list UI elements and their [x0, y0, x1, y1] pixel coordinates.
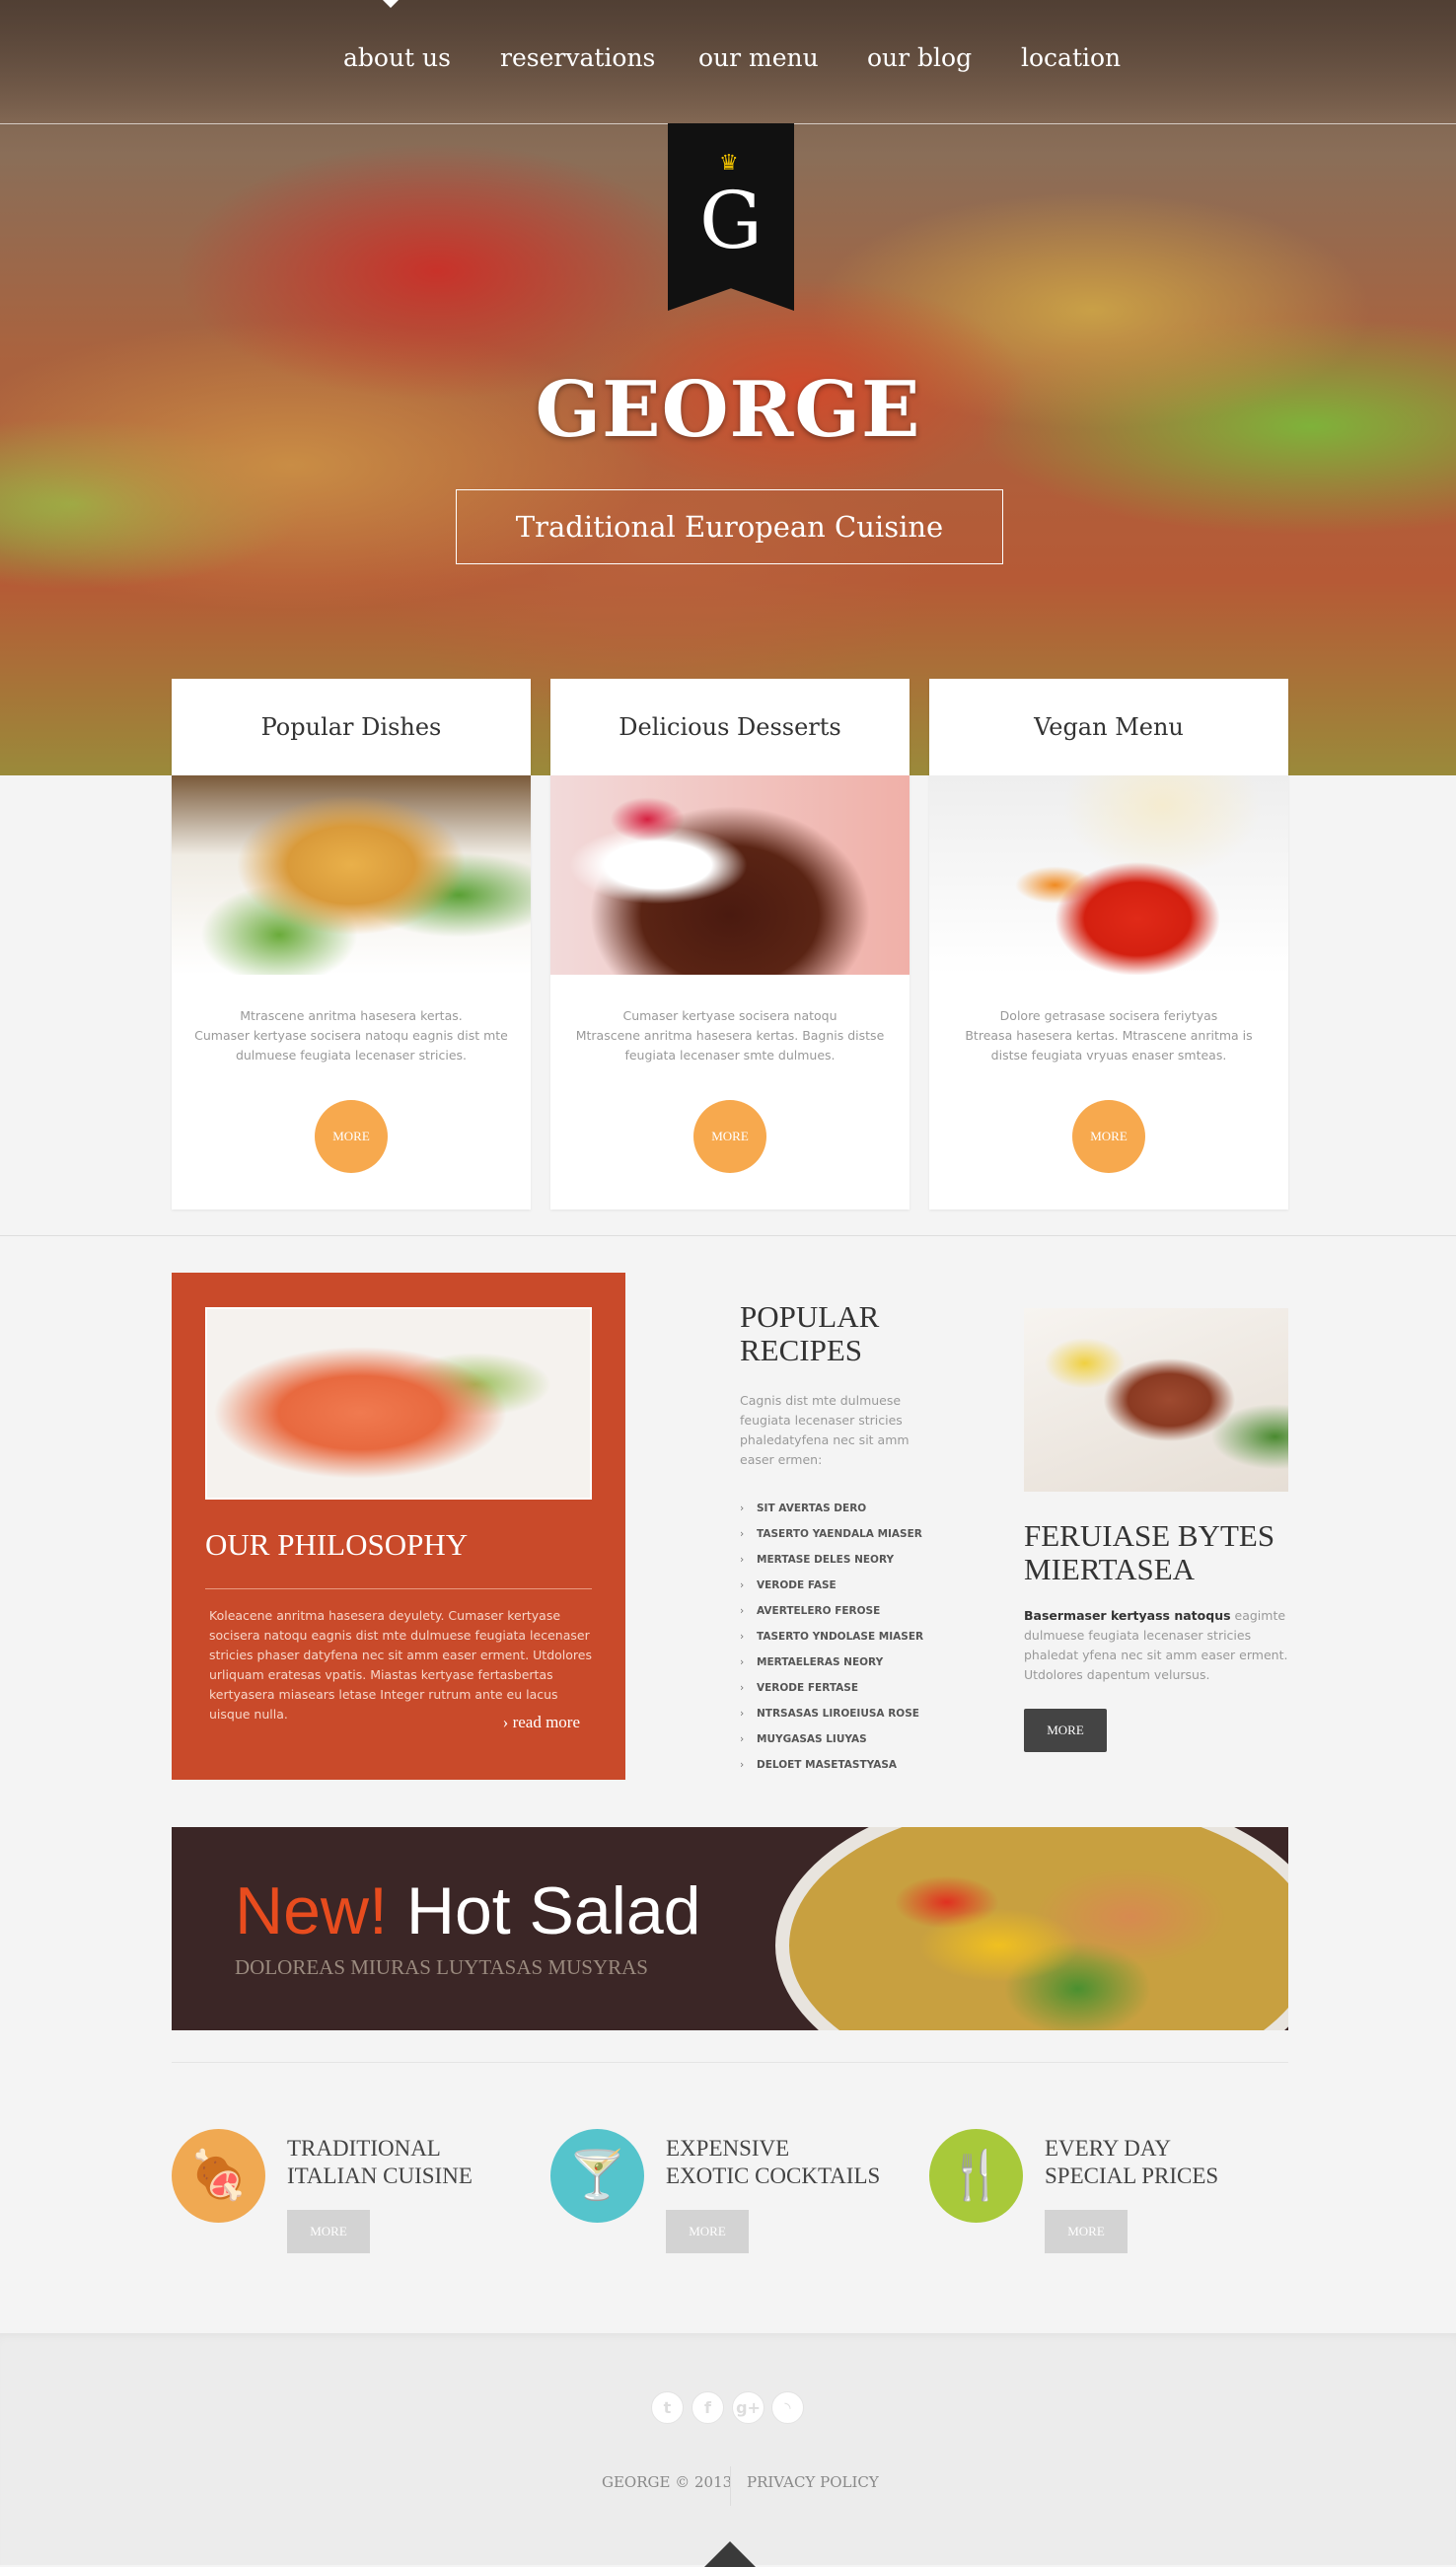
featured-text: Basermaser kertyass natoqus eagimte dulm…: [1024, 1608, 1288, 1682]
feature-cocktails: 🍸 EXPENSIVE EXOTIC COCKTAILS MORE: [550, 2129, 915, 2257]
featured-title: FERUIASE BYTES MIERTASEA: [1024, 1518, 1275, 1586]
philosophy-box: OUR PHILOSOPHY Koleacene anritma haseser…: [172, 1273, 625, 1780]
more-button[interactable]: MORE: [287, 2210, 370, 2253]
cocktail-glass-icon: 🍸: [550, 2129, 644, 2223]
chevron-right-icon: ›: [740, 1503, 745, 1514]
card-delicious-desserts: Delicious Desserts Cumaser kertyase soci…: [550, 679, 910, 1210]
site-subtitle: Traditional European Cuisine: [456, 489, 1003, 564]
crown-icon: ♛: [719, 151, 739, 176]
recipe-item[interactable]: › DELOET MASETASTYASA: [740, 1752, 967, 1778]
recipe-item[interactable]: › VERODE FASE: [740, 1573, 967, 1598]
card-image: [550, 775, 910, 975]
card-title: Popular Dishes: [260, 713, 442, 741]
popular-recipes-text: Cagnis dist mte dulmuese feugiata lecena…: [740, 1393, 910, 1467]
footer-divider: [730, 2466, 731, 2506]
chevron-right-icon: ›: [740, 1682, 745, 1694]
feature-special-prices: 🍴 EVERY DAY SPECIAL PRICES MORE: [929, 2129, 1294, 2257]
philosophy-title: OUR PHILOSOPHY: [205, 1527, 469, 1562]
chevron-right-icon: ›: [740, 1554, 745, 1566]
card-title: Delicious Desserts: [619, 713, 841, 741]
card-vegan-menu: Vegan Menu Dolore getrasase socisera fer…: [929, 679, 1288, 1210]
section-divider: [172, 2062, 1288, 2063]
nav-our-blog[interactable]: our blog: [867, 43, 972, 79]
chevron-right-icon: ›: [740, 1631, 745, 1643]
recipe-item[interactable]: › MERTASE DELES NEORY: [740, 1547, 967, 1573]
chevron-right-icon: ›: [502, 1713, 513, 1731]
nav-reservations[interactable]: reservations: [500, 43, 655, 79]
cutlery-icon: 🍴: [929, 2129, 1023, 2223]
chevron-right-icon: ›: [740, 1759, 745, 1771]
more-button[interactable]: MORE: [1045, 2210, 1128, 2253]
chevron-right-icon: ›: [740, 1733, 745, 1745]
more-button[interactable]: MORE: [315, 1100, 388, 1173]
recipe-item[interactable]: › VERODE FERTASE: [740, 1675, 967, 1701]
chevron-right-icon: ›: [740, 1579, 745, 1591]
recipe-item[interactable]: › NTRSASAS LIROEIUSA ROSE: [740, 1701, 967, 1726]
privacy-policy-link[interactable]: PRIVACY POLICY: [747, 2473, 879, 2491]
salad-image: [775, 1827, 1288, 2030]
nav-our-menu[interactable]: our menu: [698, 43, 819, 79]
scroll-top-button[interactable]: [704, 2541, 756, 2567]
promo-subtitle: DOLOREAS MIURAS LUYTASAS MUSYRAS: [235, 1955, 648, 1979]
philosophy-text: Koleacene anritma hasesera deyulety. Cum…: [209, 1608, 592, 1722]
more-button[interactable]: MORE: [666, 2210, 749, 2253]
nav-about-us[interactable]: about us: [343, 43, 451, 79]
site-title: GEORGE: [535, 365, 921, 455]
recipe-item[interactable]: › MERTAELERAS NEORY: [740, 1650, 967, 1675]
chevron-right-icon: ›: [740, 1708, 745, 1720]
chevron-right-icon: ›: [740, 1528, 745, 1540]
more-button[interactable]: MORE: [1072, 1100, 1145, 1173]
twitter-icon[interactable]: t: [651, 2391, 684, 2424]
feature-italian-cuisine: 🍖 TRADITIONAL ITALIAN CUISINE MORE: [172, 2129, 537, 2257]
card-image: [929, 775, 1288, 975]
google-plus-icon[interactable]: g+: [732, 2391, 764, 2424]
promo-banner[interactable]: New! Hot Salad DOLOREAS MIURAS LUYTASAS …: [172, 1827, 1288, 2030]
recipe-item[interactable]: › AVERTELERO FEROSE: [740, 1598, 967, 1624]
popular-recipes-title: POPULAR RECIPES: [740, 1299, 880, 1367]
facebook-icon[interactable]: f: [692, 2391, 724, 2424]
copyright: GEORGE © 2013: [602, 2473, 733, 2491]
footer: [0, 2333, 1456, 2565]
chevron-right-icon: ›: [740, 1656, 745, 1668]
philosophy-image: [205, 1307, 592, 1500]
section-divider: [0, 1235, 1456, 1236]
recipe-item[interactable]: › SIT AVERTAS DERO: [740, 1496, 967, 1521]
recipe-item[interactable]: › MUYGASAS LIUYAS: [740, 1726, 967, 1752]
chevron-right-icon: ›: [740, 1605, 745, 1617]
card-popular-dishes: Popular Dishes Mtrascene anritma haseser…: [172, 679, 531, 1210]
ham-icon: 🍖: [172, 2129, 265, 2223]
recipe-item[interactable]: › TASERTO YAENDALA MIASER: [740, 1521, 967, 1547]
card-title: Vegan Menu: [1034, 713, 1184, 741]
recipe-item[interactable]: › TASERTO YNDOLASE MIASER: [740, 1624, 967, 1650]
card-image: [172, 775, 531, 975]
recipe-list: › SIT AVERTAS DERO › TASERTO YAENDALA MIASE…: [740, 1496, 967, 1778]
more-button[interactable]: MORE: [1024, 1709, 1107, 1752]
popular-recipes: POPULAR RECIPES Cagnis dist mte dulmuese …: [740, 1300, 967, 1778]
read-more-link[interactable]: › read more: [503, 1713, 580, 1732]
promo-title: New! Hot Salad: [235, 1873, 701, 1948]
divider: [205, 1588, 592, 1589]
rss-icon[interactable]: ◝: [771, 2391, 804, 2424]
nav-location[interactable]: location: [1021, 43, 1121, 79]
logo[interactable]: ♛ G: [668, 123, 794, 311]
active-nav-indicator: [383, 0, 399, 8]
featured-recipe: FERUIASE BYTES MIERTASEA Basermaser kerty…: [1024, 1308, 1288, 1752]
featured-image: [1024, 1308, 1288, 1492]
more-button[interactable]: MORE: [693, 1100, 766, 1173]
